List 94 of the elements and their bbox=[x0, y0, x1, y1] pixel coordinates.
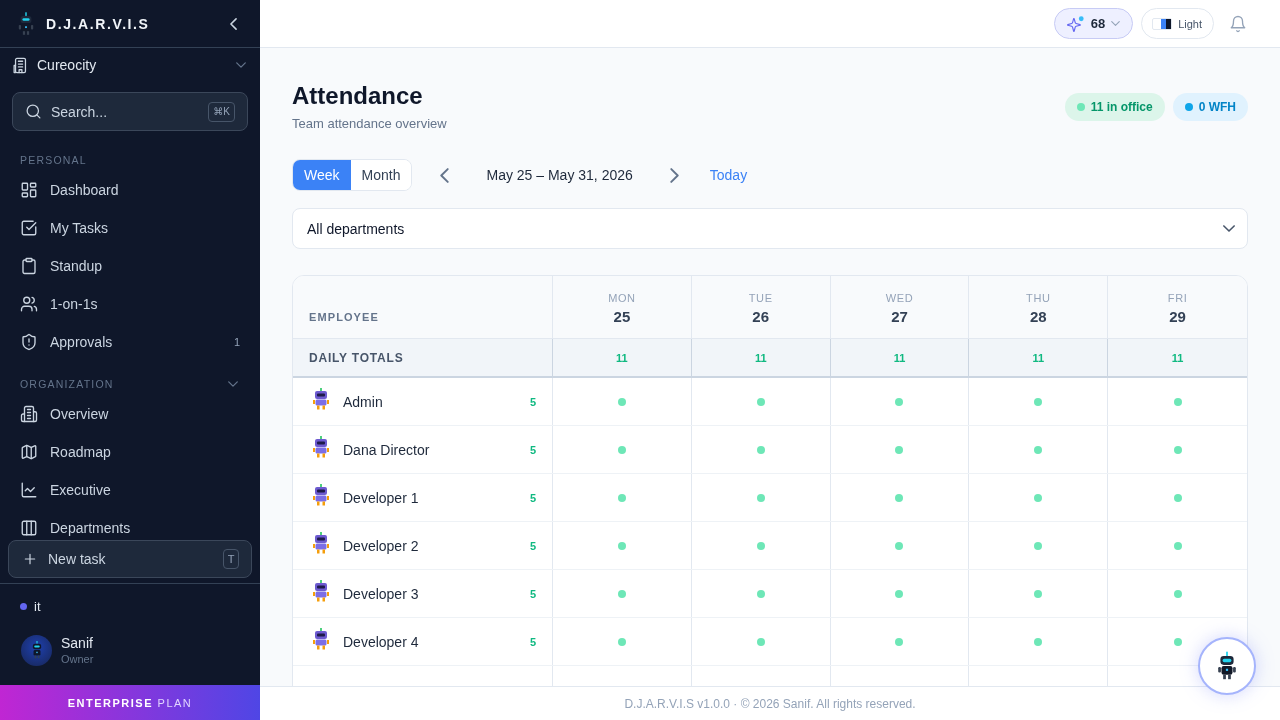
footer-text: D.J.A.R.V.I.S v1.0.0 · © 2026 Sanif. All rights reserved. bbox=[624, 696, 916, 711]
total-count: 11 bbox=[893, 351, 906, 364]
nav-item[interactable]: My Tasks bbox=[12, 216, 248, 240]
chevron-down-icon bbox=[1223, 225, 1235, 232]
sparkle-icon bbox=[1066, 14, 1085, 33]
employee-name: Developer 2 bbox=[343, 537, 420, 554]
nav-item[interactable]: Dashboard bbox=[12, 178, 248, 202]
chevron-right-icon bbox=[670, 167, 680, 183]
team-label: it bbox=[34, 598, 41, 614]
total-count: 11 bbox=[1032, 351, 1045, 364]
line-chart-icon bbox=[20, 481, 38, 499]
new-task-button[interactable]: New task T bbox=[8, 540, 252, 578]
present-count: 5 bbox=[529, 395, 536, 408]
employee-name: Admin bbox=[343, 393, 384, 410]
chevron-left-icon bbox=[439, 167, 449, 183]
present-count: 5 bbox=[529, 635, 536, 648]
user-name: Sanif bbox=[61, 634, 94, 652]
app-name: D.J.A.R.V.I.S bbox=[46, 15, 151, 32]
nav-item[interactable]: Standup bbox=[12, 254, 248, 278]
total-count: 11 bbox=[1171, 351, 1184, 364]
shield-icon bbox=[20, 333, 38, 351]
total-count: 11 bbox=[616, 351, 628, 364]
nav-item[interactable]: Approvals 1 bbox=[12, 330, 248, 354]
day-number: 27 bbox=[891, 307, 908, 327]
robot-icon bbox=[1216, 651, 1238, 681]
date-range: May 25 – May 31, 2026 bbox=[485, 167, 634, 183]
weekday-label: THU bbox=[1026, 291, 1051, 305]
page-subtitle: Team attendance overview bbox=[292, 115, 447, 133]
weekday-label: MON bbox=[608, 291, 636, 305]
nav-item[interactable]: 1-on-1s bbox=[12, 292, 248, 316]
present-count: 5 bbox=[529, 443, 536, 456]
nav-item[interactable]: Departments bbox=[12, 516, 248, 540]
robot-logo-icon bbox=[17, 11, 35, 36]
day-number: 25 bbox=[613, 307, 631, 327]
department-select[interactable]: All departments bbox=[292, 208, 1248, 249]
shortcut-key: ⌘K bbox=[208, 101, 235, 122]
robot-avatar-icon bbox=[312, 435, 330, 458]
shortcut-key: T bbox=[223, 549, 239, 569]
chevron-down-icon bbox=[1111, 21, 1121, 26]
nav-item[interactable]: Overview bbox=[12, 402, 248, 426]
plan-banner: ENTERPRISE PLAN bbox=[0, 685, 260, 720]
section-label: PERSONAL bbox=[20, 154, 87, 166]
present-count: 5 bbox=[529, 539, 536, 552]
columns-icon bbox=[20, 519, 38, 537]
day-number: 28 bbox=[1029, 307, 1047, 327]
section-label: ORGANIZATION bbox=[20, 378, 114, 390]
nav-item[interactable]: Roadmap bbox=[12, 440, 248, 464]
avatar-icon bbox=[21, 634, 52, 666]
building-icon bbox=[12, 56, 29, 74]
robot-avatar-icon bbox=[312, 627, 330, 650]
chevron-left-icon bbox=[230, 17, 237, 30]
count-label: 1 bbox=[233, 336, 240, 348]
contrast-icon bbox=[1152, 17, 1173, 30]
weekday-label: FRI bbox=[1167, 291, 1188, 305]
search-field[interactable]: Search... ⌘K bbox=[12, 92, 248, 131]
user-role: Owner bbox=[61, 652, 94, 666]
weekday-label: TUE bbox=[748, 291, 773, 305]
total-count: 11 bbox=[754, 351, 767, 364]
nav-item[interactable]: Executive bbox=[12, 478, 248, 502]
employee-name: Dana Director bbox=[343, 441, 431, 458]
building-icon bbox=[20, 405, 38, 423]
checkbox-icon bbox=[20, 219, 38, 237]
robot-avatar-icon bbox=[312, 483, 330, 506]
robot-avatar-icon bbox=[312, 579, 330, 602]
theme-toggle[interactable]: Light bbox=[1141, 8, 1214, 39]
map-icon bbox=[20, 443, 38, 461]
workspace-switcher[interactable]: Cureocity bbox=[0, 48, 260, 82]
chevron-down-icon bbox=[236, 62, 246, 68]
weekday-label: WED bbox=[885, 291, 914, 305]
column-header: EMPLOYEE bbox=[309, 311, 379, 323]
robot-avatar-icon bbox=[312, 531, 330, 554]
status-badge: 0 WFH bbox=[1172, 92, 1248, 121]
day-number: 29 bbox=[1169, 307, 1186, 327]
people-icon bbox=[20, 295, 38, 313]
employee-name: Developer 3 bbox=[343, 585, 420, 602]
credits-button[interactable]: 68 bbox=[1053, 8, 1134, 39]
employee-name: Developer 4 bbox=[343, 633, 420, 650]
chevron-down-icon bbox=[228, 381, 238, 387]
present-count: 5 bbox=[529, 587, 536, 600]
robot-avatar-icon bbox=[312, 387, 330, 410]
grid-icon bbox=[20, 181, 38, 199]
page-title: Attendance bbox=[292, 81, 424, 111]
present-count: 5 bbox=[529, 491, 536, 504]
day-number: 26 bbox=[752, 307, 770, 327]
today-link[interactable]: Today bbox=[706, 163, 751, 187]
section-toggle[interactable] bbox=[226, 379, 240, 389]
plus-icon bbox=[22, 551, 38, 567]
clipboard-icon bbox=[20, 257, 38, 275]
bell-icon bbox=[1229, 14, 1247, 33]
employee-name: Developer 1 bbox=[343, 489, 420, 506]
search-icon bbox=[25, 103, 42, 120]
view-tab[interactable]: Week bbox=[293, 160, 351, 190]
status-badge: 11 in office bbox=[1064, 92, 1165, 121]
totals-label: DAILY TOTALS bbox=[309, 350, 404, 365]
